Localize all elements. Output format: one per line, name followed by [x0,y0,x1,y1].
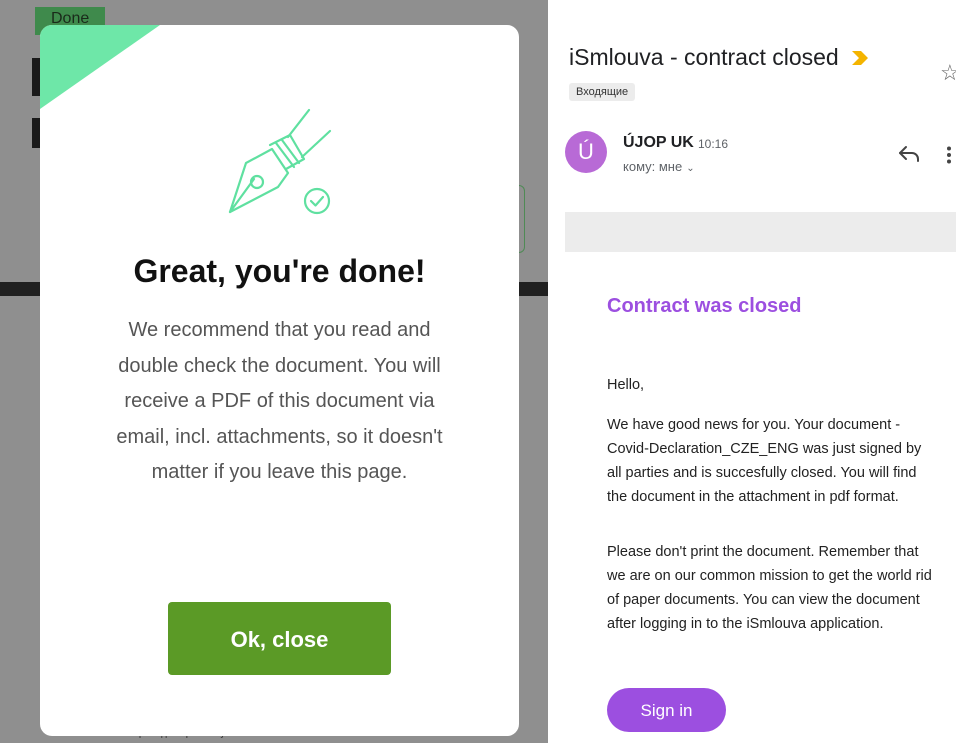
fountain-pen-check-icon [220,105,340,230]
recipient-toggle[interactable]: кому: мне ⌄ [623,159,695,174]
email-subject: iSmlouva - contract closed [569,44,839,70]
avatar: Ú [565,131,607,173]
sign-in-button[interactable]: Sign in [607,688,726,732]
recipient-text: кому: мне [623,159,683,174]
email-panel: iSmlouva - contract closed ☆ Входящие Ú … [548,0,956,743]
modal-message: We recommend that you read and double ch… [116,319,443,483]
modal-corner-accent [40,25,160,109]
ok-close-button[interactable]: Ok, close [168,602,391,675]
email-time: 10:16 [698,137,729,151]
email-greeting: Hello, [607,377,645,393]
modal-title: Great, you're done! [133,253,426,289]
reply-icon[interactable] [898,144,920,167]
star-icon[interactable]: ☆ [940,60,956,86]
sender-name: ÚJOP UK [623,134,694,151]
chevron-down-icon: ⌄ [686,163,695,174]
email-paragraph: Please don't print the document. Remembe… [607,544,932,632]
email-subject-row: iSmlouva - contract closed [569,44,869,72]
success-modal: Great, you're done! We recommend that yo… [40,25,519,736]
email-paragraph: We have good news for you. Your document… [607,417,922,505]
email-header-band [565,212,956,252]
more-vert-icon[interactable] [946,146,952,169]
overlay-panel: Done как начало вечерния доклера по случ… [0,0,548,743]
importance-marker-icon[interactable] [851,45,869,72]
email-body-title: Contract was closed [607,295,802,317]
inbox-label-chip[interactable]: Входящие [569,83,636,101]
